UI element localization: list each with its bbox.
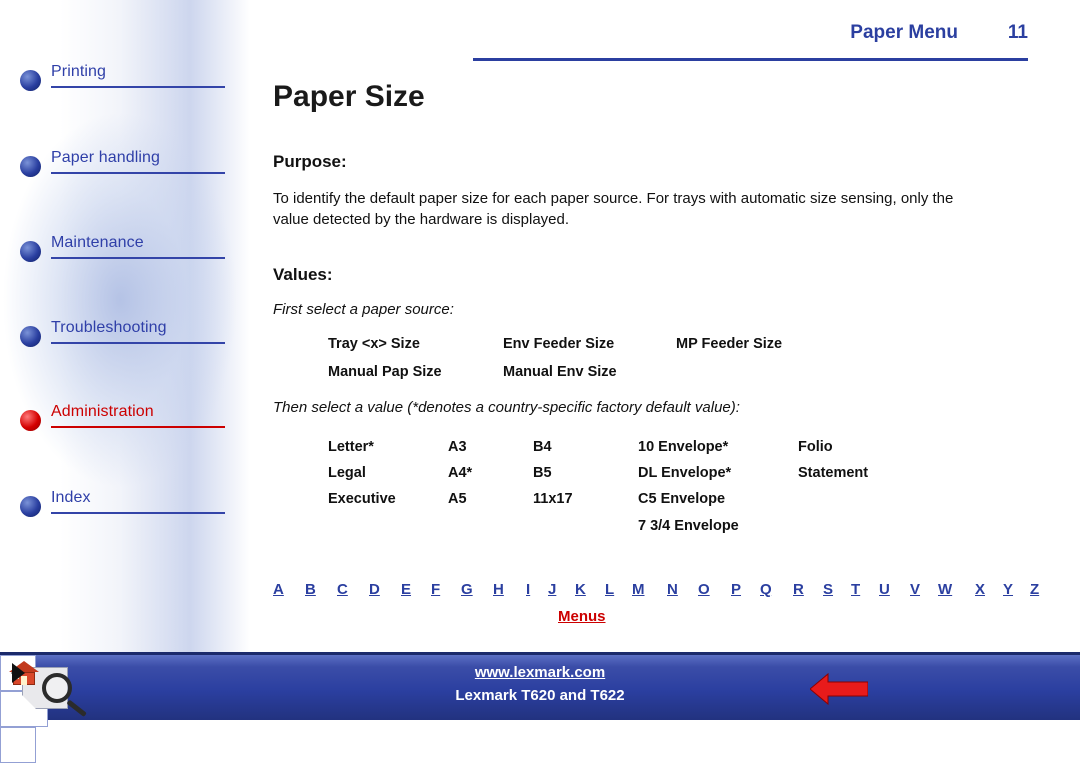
menus-link[interactable]: Menus (558, 608, 606, 625)
sidebar-item-underline (51, 512, 225, 514)
sidebar-item-label: Index (51, 489, 91, 506)
bullet-icon (20, 326, 41, 347)
sidebar-item-index[interactable]: Index (20, 480, 225, 517)
document-page-content: Paper Menu 11 Paper Size Purpose: To ide… (268, 0, 1080, 652)
sidebar-item-underline (51, 257, 225, 259)
index-link-t[interactable]: T (851, 581, 860, 598)
value-note: Then select a value (*denotes a country-… (273, 399, 740, 416)
index-link-d[interactable]: D (369, 581, 380, 598)
table-cell: Manual Pap Size (328, 364, 442, 380)
sidebar-item-underline (51, 342, 225, 344)
table-cell: C5 Envelope (638, 491, 726, 507)
table-cell: Env Feeder Size (503, 336, 615, 352)
index-link-w[interactable]: W (938, 581, 952, 598)
purpose-text: To identify the default paper size for e… (273, 190, 954, 228)
table-cell: DL Envelope* (638, 465, 732, 481)
table-cell: 10 Envelope* (638, 439, 729, 455)
purpose-heading: Purpose: (273, 152, 347, 171)
sidebar-item-label: Administration (51, 403, 154, 420)
bullet-icon (20, 156, 41, 177)
index-link-u[interactable]: U (879, 581, 890, 598)
index-link-c[interactable]: C (337, 581, 348, 598)
sidebar-item-paper-handling[interactable]: Paper handling (20, 140, 225, 177)
values-heading: Values: (273, 265, 333, 284)
index-link-x[interactable]: X (975, 581, 985, 598)
index-link-m[interactable]: M (632, 581, 645, 598)
index-link-n[interactable]: N (667, 581, 678, 598)
table-cell: Statement (798, 465, 869, 481)
index-link-f[interactable]: F (431, 581, 440, 598)
page-header-title: Paper Menu (850, 22, 958, 43)
index-link-g[interactable]: G (461, 581, 473, 598)
index-link-j[interactable]: J (548, 581, 556, 598)
back-arrow-icon[interactable] (809, 671, 869, 707)
table-cell: A5 (448, 491, 467, 507)
table-cell: Manual Env Size (503, 364, 617, 380)
table-cell: Letter* (328, 439, 374, 455)
index-link-a[interactable]: A (273, 581, 284, 598)
sidebar-navigation: Printing Paper handling Maintenance Trou… (0, 0, 268, 652)
bullet-icon (20, 241, 41, 262)
index-link-o[interactable]: O (698, 581, 710, 598)
sidebar-item-printing[interactable]: Printing (20, 54, 225, 91)
table-cell: Legal (328, 465, 366, 481)
sidebar-item-label: Paper handling (51, 149, 161, 166)
index-link-i[interactable]: I (526, 581, 530, 598)
back-arrow-svg (809, 672, 869, 706)
bullet-icon (20, 410, 41, 431)
sidebar-item-underline (51, 172, 225, 174)
header-divider (473, 58, 1028, 61)
sidebar-item-maintenance[interactable]: Maintenance (20, 225, 225, 262)
table-cell: Folio (798, 439, 833, 455)
table-cell: 7 3/4 Envelope (638, 518, 739, 534)
index-link-q[interactable]: Q (760, 581, 772, 598)
table-cell: Tray <x> Size (328, 336, 420, 352)
table-cell: Executive (328, 491, 396, 507)
page-title: Paper Size (273, 80, 425, 113)
table-cell: B5 (533, 465, 552, 481)
table-cell: A3 (448, 439, 467, 455)
bullet-icon (20, 70, 41, 91)
index-link-h[interactable]: H (493, 581, 504, 598)
bullet-icon (20, 496, 41, 517)
sidebar-item-troubleshooting[interactable]: Troubleshooting (20, 310, 225, 347)
index-link-v[interactable]: V (910, 581, 920, 598)
index-link-p[interactable]: P (731, 581, 741, 598)
sidebar-item-label: Printing (51, 63, 107, 80)
paper-source-note: First select a paper source: (273, 301, 454, 318)
next-page-button[interactable] (0, 663, 36, 763)
page-number: 11 (1007, 22, 1028, 43)
footer-website-link[interactable]: www.lexmark.com (0, 664, 1080, 681)
table-cell: A4* (448, 465, 473, 481)
chevron-right-icon (12, 663, 25, 683)
sidebar-item-label: Maintenance (51, 234, 144, 251)
index-link-l[interactable]: L (605, 581, 614, 598)
index-link-b[interactable]: B (305, 581, 316, 598)
index-link-k[interactable]: K (575, 581, 586, 598)
index-link-z[interactable]: Z (1030, 581, 1039, 598)
sidebar-item-underline (51, 86, 225, 88)
index-link-s[interactable]: S (823, 581, 833, 598)
footer-bar: www.lexmark.com Lexmark T620 and T622 (0, 652, 1080, 763)
footer-model-label: Lexmark T620 and T622 (455, 687, 625, 704)
sidebar-item-underline (51, 426, 225, 428)
index-link-r[interactable]: R (793, 581, 804, 598)
index-link-e[interactable]: E (401, 581, 411, 598)
table-cell: B4 (533, 439, 552, 455)
index-link-y[interactable]: Y (1003, 581, 1013, 598)
sidebar-item-administration[interactable]: Administration (20, 394, 225, 431)
table-cell: MP Feeder Size (676, 336, 783, 352)
sidebar-item-label: Troubleshooting (51, 319, 167, 336)
table-cell: 11x17 (533, 491, 573, 507)
